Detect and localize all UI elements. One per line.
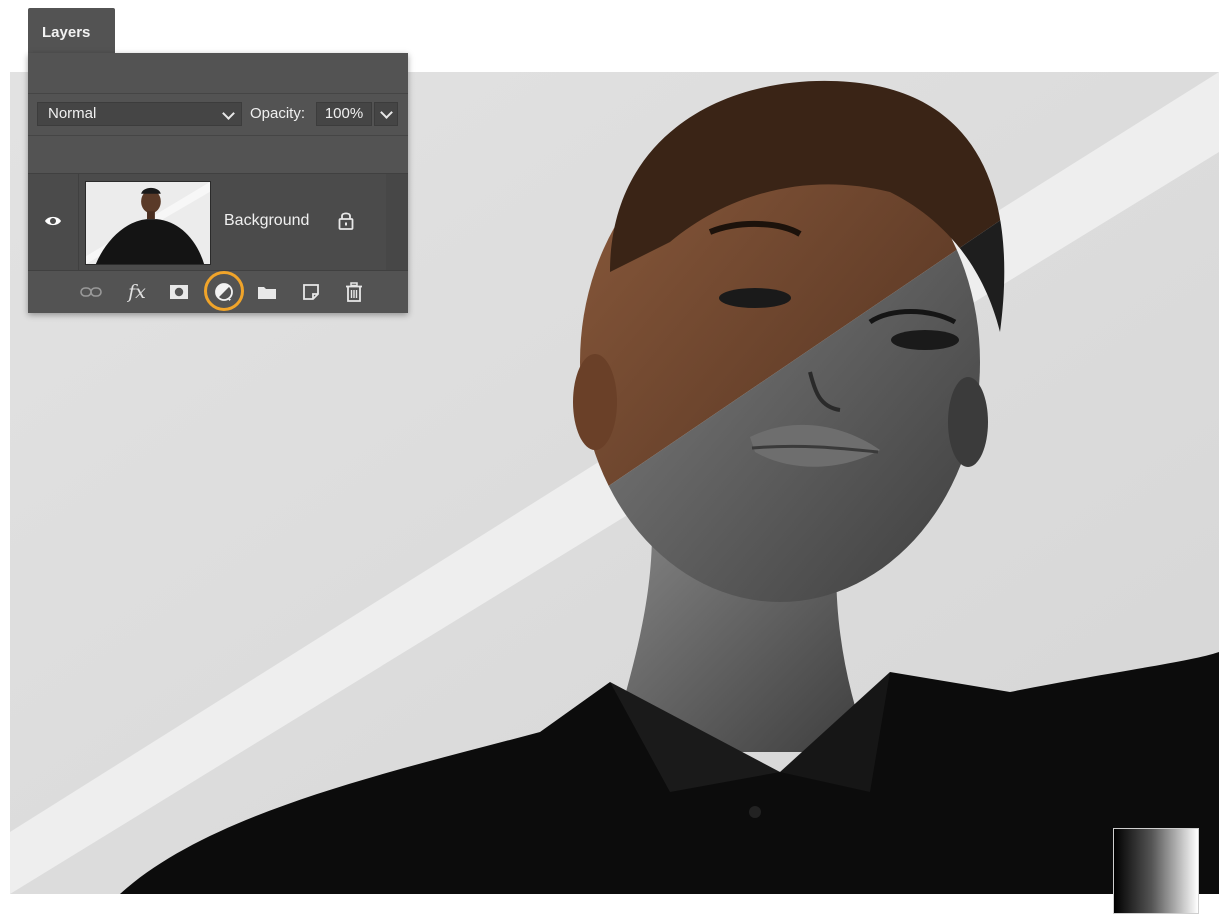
lock-icon[interactable] bbox=[338, 210, 354, 230]
fx-icon: fx bbox=[128, 281, 146, 303]
link-icon bbox=[80, 287, 102, 297]
add-mask-button[interactable] bbox=[166, 279, 192, 305]
chevron-down-icon bbox=[222, 107, 235, 120]
panel-header-strip bbox=[28, 53, 408, 94]
blend-mode-select[interactable]: Normal bbox=[37, 102, 242, 126]
layer-name[interactable]: Background bbox=[224, 212, 309, 230]
delete-layer-button[interactable] bbox=[341, 279, 367, 305]
layers-tab[interactable]: Layers bbox=[28, 8, 115, 54]
eye-icon[interactable] bbox=[44, 214, 62, 228]
opacity-input[interactable]: 100% bbox=[316, 102, 372, 126]
gradient-map-swatch bbox=[1113, 828, 1199, 914]
layer-filter-strip bbox=[28, 135, 408, 172]
layers-scrollbar[interactable] bbox=[386, 174, 408, 270]
new-group-button[interactable] bbox=[254, 279, 280, 305]
trash-icon bbox=[346, 282, 362, 302]
visibility-toggle[interactable] bbox=[28, 174, 79, 270]
layers-panel-body: Normal Opacity: 100% Background fx bbox=[28, 53, 408, 313]
highlight-ring bbox=[204, 271, 244, 311]
folder-icon bbox=[258, 287, 276, 299]
opacity-label: Opacity: bbox=[250, 105, 306, 122]
layers-bottom-toolbar: fx bbox=[28, 271, 408, 313]
chevron-down-icon bbox=[380, 106, 393, 119]
blend-controls-row: Normal Opacity: 100% bbox=[28, 93, 408, 133]
mask-icon bbox=[170, 285, 188, 299]
layer-thumbnail[interactable] bbox=[85, 181, 211, 265]
add-layer-style-button[interactable]: fx bbox=[124, 279, 150, 305]
layer-thumbnail-image bbox=[86, 182, 210, 264]
layer-row-background[interactable]: Background bbox=[28, 173, 408, 271]
layers-panel: Layers Normal Opacity: 100% Background f… bbox=[28, 8, 408, 313]
link-layers-button[interactable] bbox=[78, 279, 104, 305]
blend-mode-value: Normal bbox=[48, 105, 97, 122]
new-layer-icon bbox=[303, 284, 319, 300]
opacity-dropdown-button[interactable] bbox=[374, 102, 398, 126]
screenshot-stage: Layers Normal Opacity: 100% Background f… bbox=[0, 0, 1219, 916]
new-layer-button[interactable] bbox=[298, 279, 324, 305]
